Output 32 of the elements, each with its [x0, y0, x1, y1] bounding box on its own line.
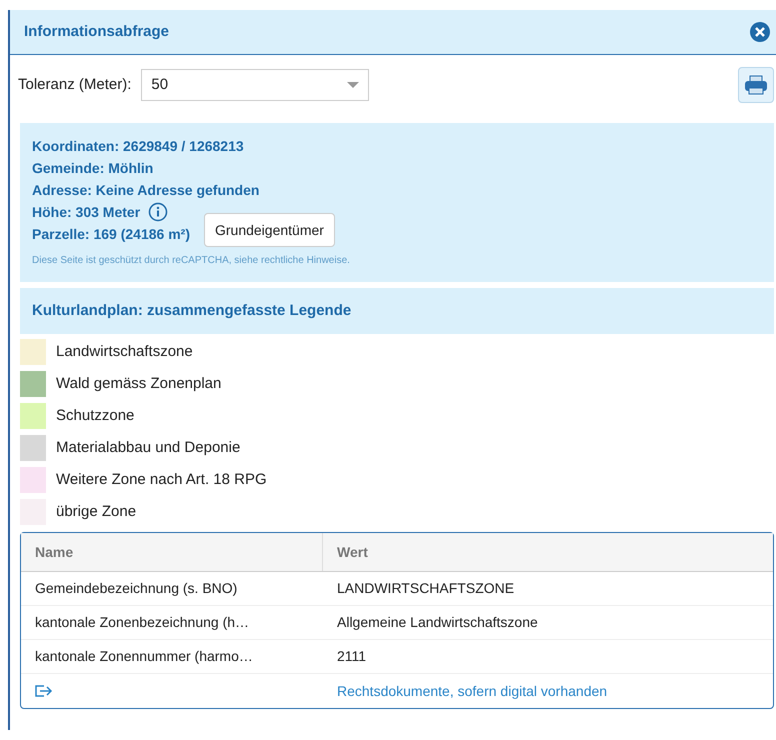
legend-label: Weitere Zone nach Art. 18 RPG [56, 470, 267, 490]
table-cell-text: LANDWIRTSCHAFTSZONE [336, 579, 516, 598]
legend-label: Schutzzone [56, 406, 134, 426]
legend-label: Landwirtschaftszone [56, 342, 193, 362]
table-cell-text: kantonale Zonenbezeichnung (h… [34, 613, 250, 632]
table-cell-text: Allgemeine Landwirtschaftszone [336, 613, 539, 632]
close-icon[interactable] [750, 22, 770, 42]
printer-icon [744, 75, 768, 95]
column-header: Wert [336, 542, 369, 562]
caret-icon [347, 82, 360, 88]
table-cell-text: 2111 [336, 647, 368, 666]
legend-label: Wald gemäss Zonenplan [56, 374, 222, 394]
panel-title: Informationsabfrage [24, 22, 170, 42]
column-header: Name [21, 533, 323, 571]
info-line: Adresse: Keine Adresse gefunden [32, 180, 260, 200]
info-icon[interactable] [148, 202, 168, 222]
info-line: Gemeinde: Möhlin [32, 158, 154, 178]
legend-label: Materialabbau und Deponie [56, 438, 240, 458]
captcha-notice: Diese Seite ist geschützt durch reCAPTCHA, siehe rechtliche Hinweise. [32, 254, 351, 268]
table-cell-text: Gemeindebezeichnung (s. BNO) [34, 579, 238, 598]
owner-button[interactable]: Grundeigentümer [204, 213, 335, 247]
info-line: Höhe: 303 Meter [32, 202, 140, 222]
tolerance-label: Toleranz (Meter): [18, 74, 132, 95]
info-line: Parzelle: 169 (24186 m²) [32, 224, 190, 244]
print-button[interactable] [738, 67, 774, 103]
table-cell-text: kantonale Zonennummer (harmo… [34, 647, 254, 666]
tolerance-select[interactable]: 50 [141, 69, 370, 101]
legal-documents-link[interactable]: Rechtsdokumente, sofern digital vorhanden [337, 680, 608, 702]
legend-title: Kulturlandplan: zusammengefasste Legende [32, 300, 352, 321]
info-line: Koordinaten: 2629849 / 1268213 [32, 136, 244, 156]
legend-label: übrige Zone [56, 502, 136, 522]
export-icon[interactable] [35, 685, 53, 697]
